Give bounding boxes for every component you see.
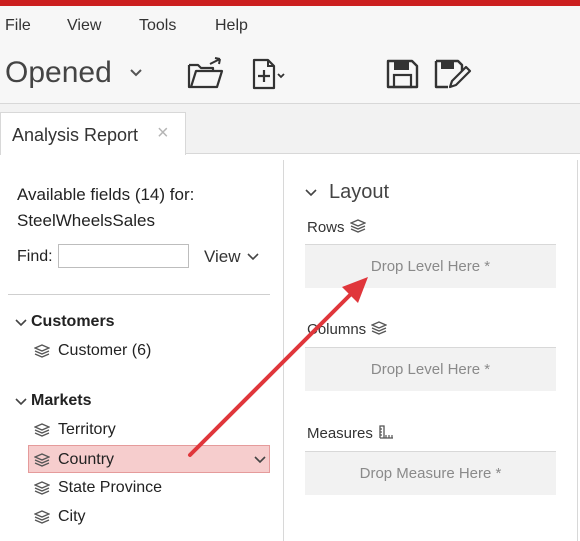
close-icon[interactable]: ×	[157, 122, 169, 145]
panel-right-border	[577, 160, 578, 541]
menu-tools[interactable]: Tools	[139, 17, 176, 35]
group-markets[interactable]: Markets	[15, 392, 92, 410]
panel-divider	[283, 160, 284, 541]
columns-label: Columns	[307, 321, 388, 338]
menu-bar: File View Tools Help	[0, 6, 580, 46]
open-folder-icon[interactable]	[186, 57, 226, 91]
view-dropdown-label: View	[204, 247, 241, 266]
rows-label: Rows	[307, 219, 366, 236]
save-as-icon[interactable]	[432, 57, 472, 91]
toolbar: Opened	[0, 46, 580, 104]
layout-title: Layout	[329, 181, 390, 203]
data-source-name: SteelWheelsSales	[17, 211, 155, 230]
field-label: Territory	[58, 421, 116, 438]
field-label: State Province	[58, 479, 163, 496]
field-customer[interactable]: Customer (6)	[34, 342, 152, 370]
chevron-down-icon	[15, 398, 27, 406]
opened-label: Opened	[5, 56, 112, 89]
tab-bar: Analysis Report ×	[0, 104, 580, 155]
rows-label-text: Rows	[307, 219, 345, 236]
level-icon	[349, 219, 366, 233]
field-label: Customer (6)	[58, 342, 152, 359]
section-divider	[8, 294, 270, 295]
menu-file[interactable]: File	[5, 17, 31, 35]
group-label: Customers	[31, 313, 115, 330]
measure-ruler-icon	[379, 425, 393, 439]
find-label: Find:	[17, 248, 53, 265]
tab-analysis-report[interactable]: Analysis Report ×	[0, 112, 186, 155]
view-dropdown[interactable]: View	[204, 247, 259, 267]
menu-help[interactable]: Help	[215, 17, 248, 35]
find-input[interactable]	[58, 244, 189, 268]
opened-dropdown[interactable]: Opened	[5, 56, 142, 90]
measures-label: Measures	[307, 425, 394, 442]
menu-view[interactable]: View	[67, 17, 101, 35]
field-label: City	[58, 508, 86, 525]
available-fields-count: Available fields (14) for:	[17, 185, 195, 204]
available-fields-heading: Available fields (14) for: SteelWheelsSa…	[17, 182, 194, 234]
level-icon	[371, 321, 388, 335]
field-city[interactable]: City	[34, 508, 86, 536]
chevron-down-icon	[130, 69, 142, 77]
field-country[interactable]: Country	[28, 445, 270, 473]
group-label: Markets	[31, 392, 92, 409]
level-icon	[34, 481, 50, 495]
layout-section-header[interactable]: Layout	[305, 181, 389, 204]
tab-label: Analysis Report	[12, 125, 139, 145]
new-file-icon[interactable]	[250, 57, 290, 91]
group-customers[interactable]: Customers	[15, 313, 115, 331]
columns-drop-zone[interactable]: Drop Level Here *	[305, 347, 556, 391]
level-icon	[34, 453, 50, 467]
chevron-down-icon[interactable]	[254, 455, 266, 465]
chevron-down-icon	[247, 253, 259, 261]
field-state-province[interactable]: State Province	[34, 479, 163, 507]
level-icon	[34, 344, 50, 358]
chevron-down-icon	[305, 189, 317, 197]
level-icon	[34, 510, 50, 524]
columns-label-text: Columns	[307, 321, 367, 338]
save-icon[interactable]	[383, 57, 423, 91]
field-label: Country	[58, 451, 115, 468]
chevron-down-icon	[15, 319, 27, 327]
measures-label-text: Measures	[307, 425, 373, 442]
level-icon	[34, 423, 50, 437]
rows-drop-zone[interactable]: Drop Level Here *	[305, 244, 556, 288]
measures-drop-zone[interactable]: Drop Measure Here *	[305, 451, 556, 495]
